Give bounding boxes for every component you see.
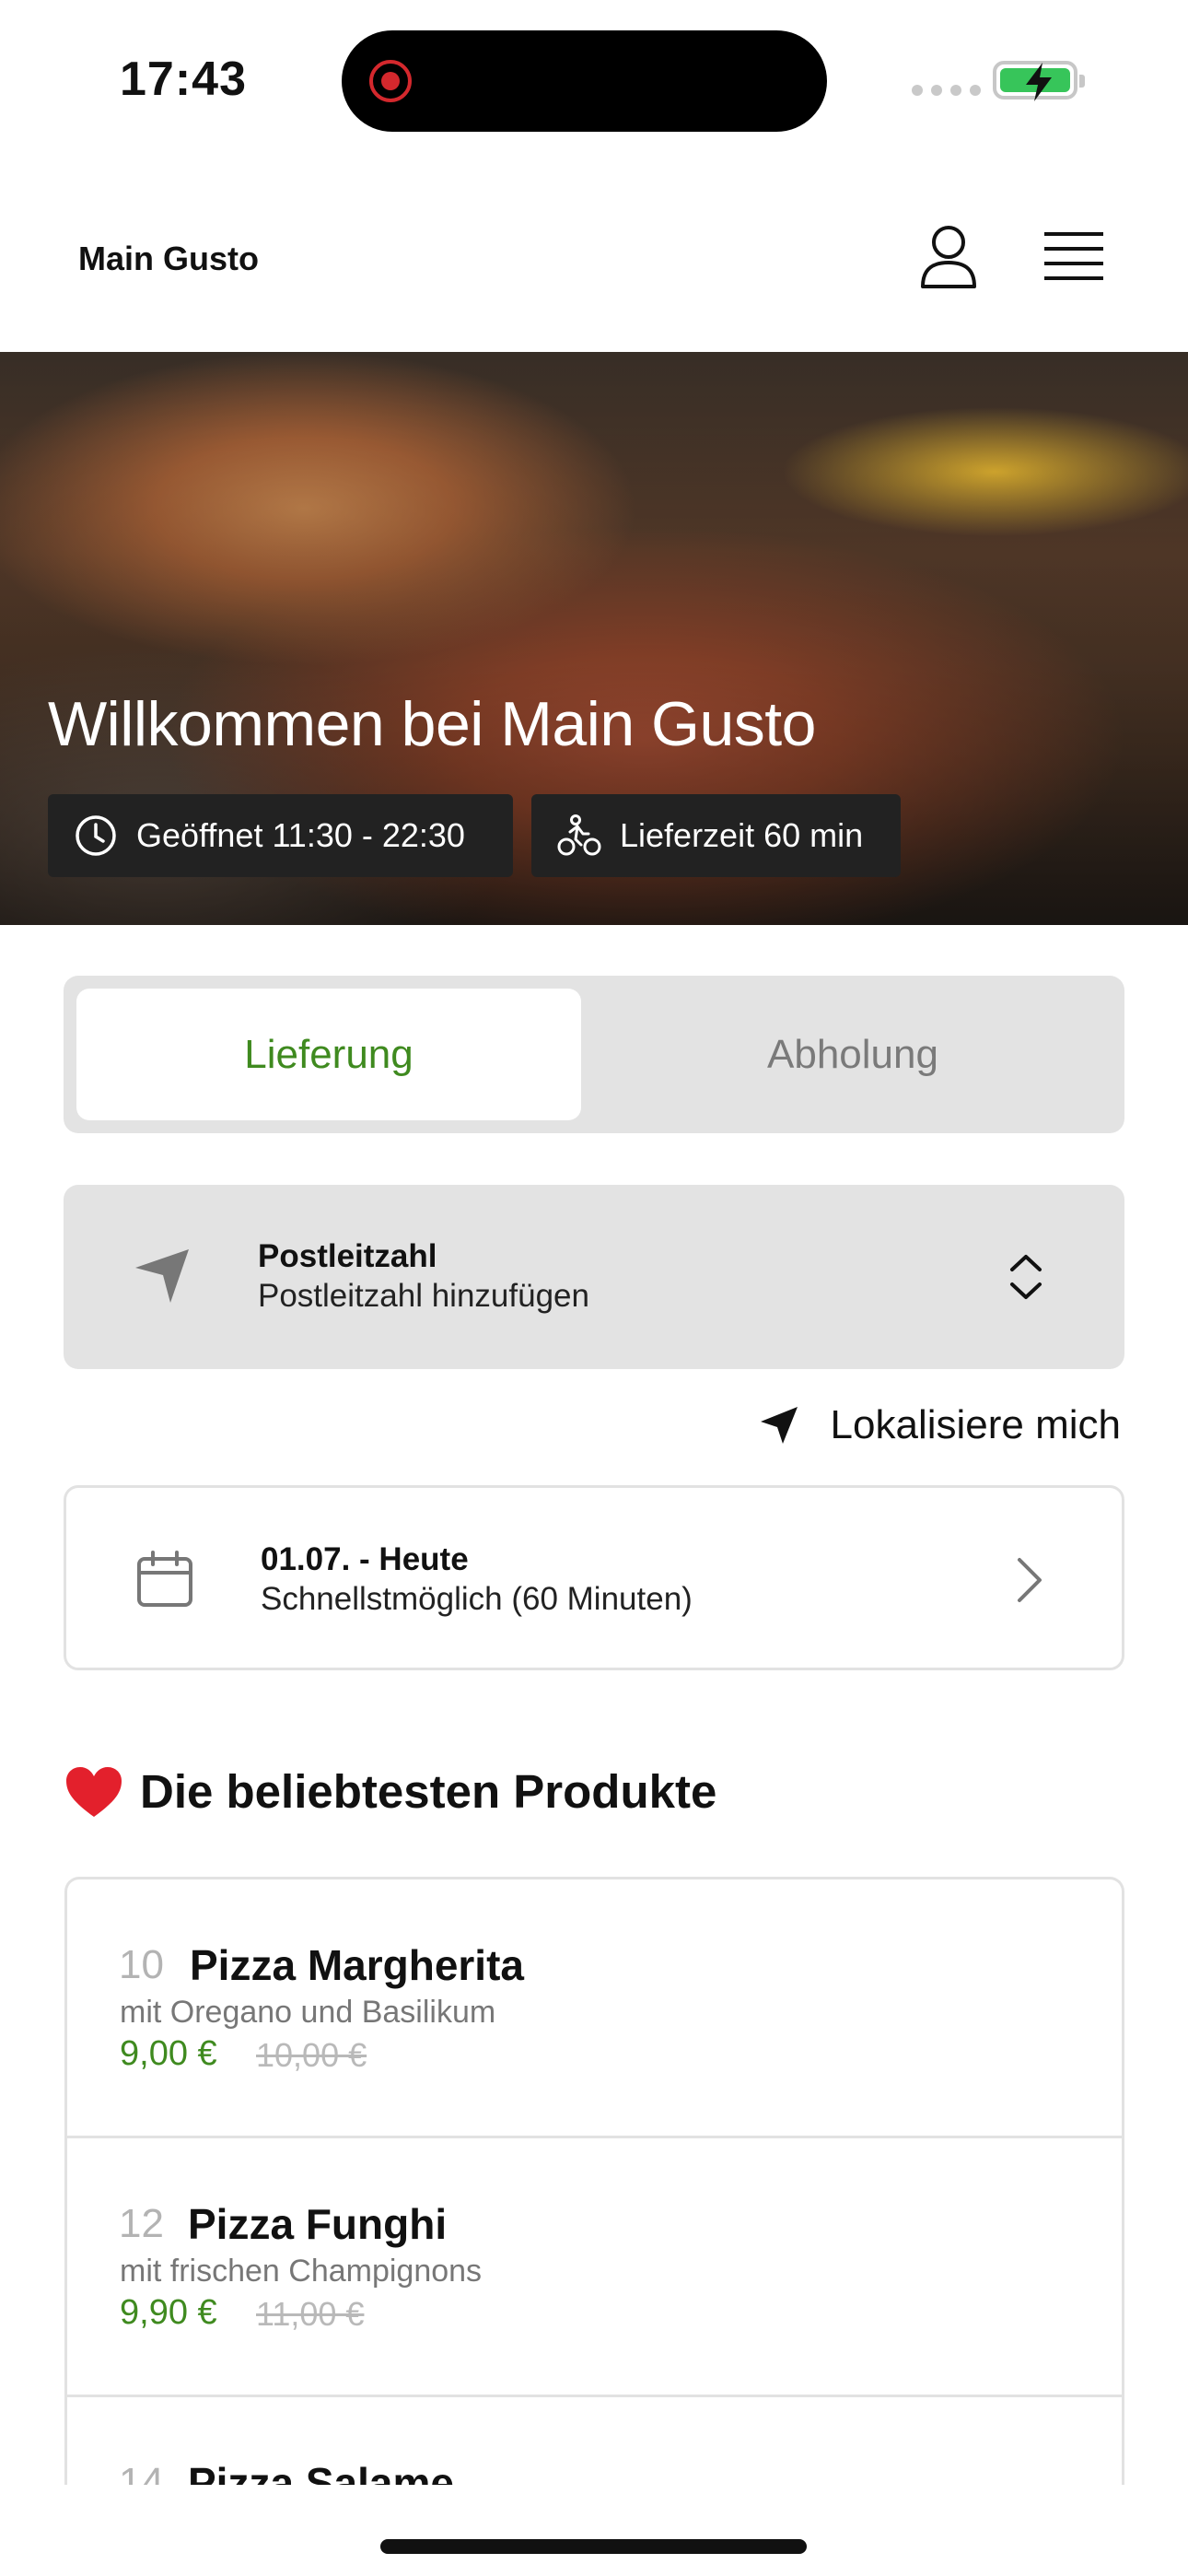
popular-products-list: 10 Pizza Margherita mit Oregano und Basi… [64,1877,1124,2485]
bicycle-courier-icon [557,814,601,856]
hamburger-menu-icon[interactable] [1044,230,1103,284]
popular-products-title: Die beliebtesten Produkte [140,1765,717,1818]
calendar-icon [137,1551,192,1607]
locate-me-label: Lokalisiere mich [830,1402,1121,1447]
product-price: 9,90 € [120,2293,217,2332]
delivery-date-label: 01.07. - Heute [261,1541,469,1577]
battery-charging-icon [993,61,1085,101]
order-mode-toggle: Lieferung Abholung [64,976,1124,1133]
postal-code-selector[interactable]: Postleitzahl Postleitzahl hinzufügen [64,1185,1124,1369]
product-description: mit Oregano und Basilikum [120,1995,496,2030]
recording-indicator-icon [369,60,412,102]
product-description: mit frischen Champignons [120,2254,483,2289]
chevron-right-icon [1018,1558,1042,1602]
heart-icon [66,1766,122,1817]
chevron-up-down-icon [1010,1255,1042,1299]
clock-icon [76,815,116,856]
product-item[interactable]: 12 Pizza Funghi mit frischen Champignons… [67,2138,1122,2397]
location-arrow-icon [760,1407,798,1444]
popular-products-heading: Die beliebtesten Produkte [64,1764,716,1819]
tab-abholung[interactable]: Abholung [594,989,1112,1120]
product-item[interactable]: 10 Pizza Margherita mit Oregano und Basi… [67,1879,1122,2138]
status-bar: 17:43 [0,0,1188,157]
brand-name[interactable]: Main Gusto [78,240,259,278]
product-number: 10 [119,1942,164,1987]
delivery-date-selector[interactable]: 01.07. - Heute Schnellstmöglich (60 Minu… [64,1485,1124,1670]
navigation-arrow-icon [135,1249,189,1303]
product-original-price: 10,00 € [256,2036,367,2074]
tab-lieferung[interactable]: Lieferung [76,989,581,1120]
product-name: Pizza Funghi [188,2200,448,2248]
product-price: 9,00 € [120,2034,217,2073]
product-item[interactable]: 14 Pizza Salame [67,2397,1122,2485]
home-indicator[interactable] [380,2539,807,2554]
product-original-price: 11,00 € [256,2295,365,2333]
opening-hours-chip: Geöffnet 11:30 - 22:30 [48,794,513,877]
product-name: Pizza Margherita [190,1941,524,1989]
postal-code-value: Postleitzahl hinzufügen [258,1278,589,1314]
app-header: Main Gusto [0,157,1188,352]
user-account-icon[interactable] [919,224,978,290]
locate-me-button[interactable]: Lokalisiere mich [759,1402,1121,1448]
delivery-time-option: Schnellstmöglich (60 Minuten) [261,1581,693,1617]
dynamic-island [342,30,827,132]
postal-code-label: Postleitzahl [258,1238,437,1274]
hero-banner: Willkommen bei Main Gusto Geöffnet 11:30… [0,352,1188,925]
product-number: 12 [119,2201,164,2246]
cellular-signal-icon [912,85,981,96]
opening-hours-text: Geöffnet 11:30 - 22:30 [136,816,465,854]
product-number: 14 [119,2460,164,2485]
delivery-time-text: Lieferzeit 60 min [620,816,864,854]
status-time: 17:43 [120,53,247,106]
hero-title: Willkommen bei Main Gusto [48,689,816,759]
product-name: Pizza Salame [188,2459,454,2485]
delivery-time-chip: Lieferzeit 60 min [531,794,901,877]
